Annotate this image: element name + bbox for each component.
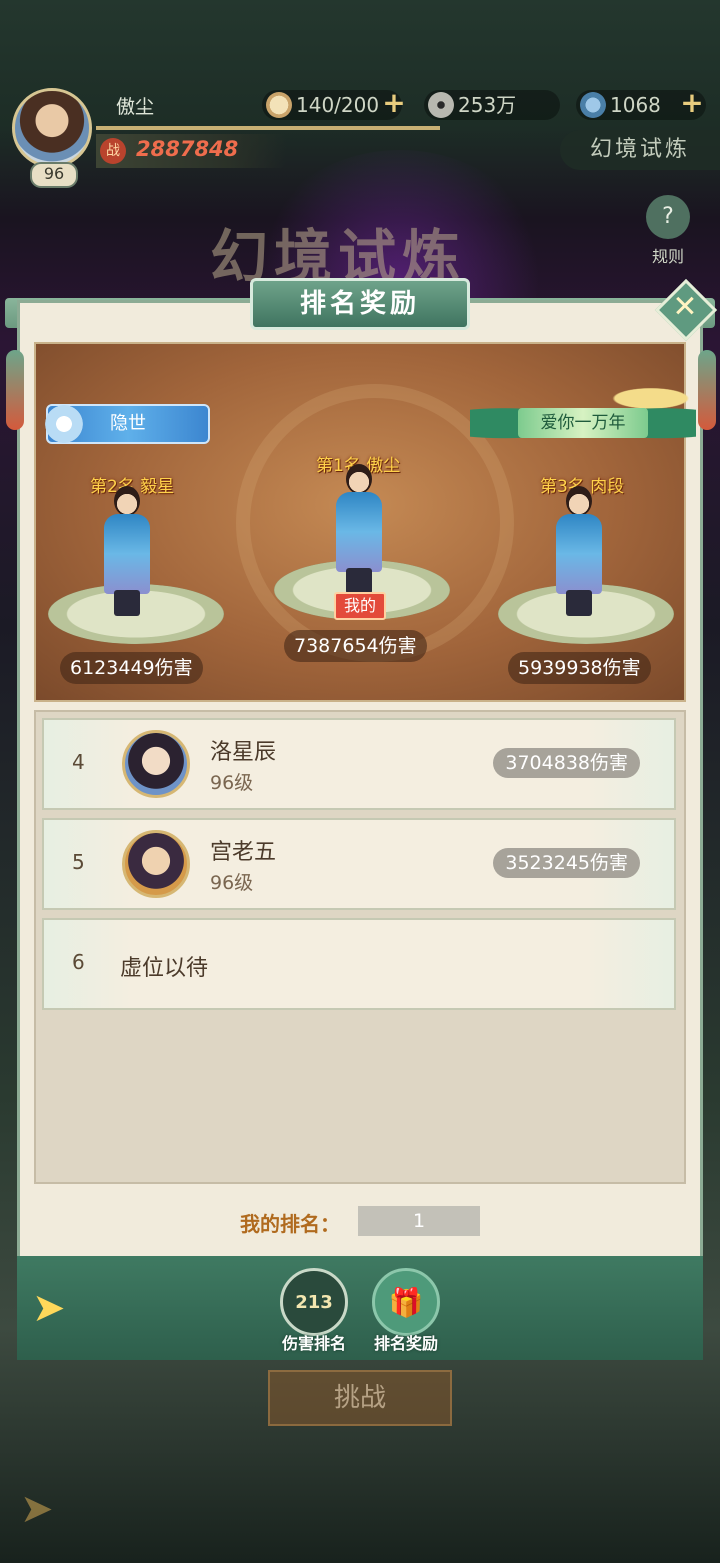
title-badge-right-text: 爱你一万年 — [518, 408, 648, 438]
my-rank-label: 我的排名： — [240, 1212, 340, 1236]
power-value: 2887848 — [136, 137, 239, 161]
damage-value: 3704838伤害 — [493, 748, 640, 778]
left-panel-ornament — [6, 350, 24, 430]
power-icon: 战 — [100, 138, 126, 164]
player-name: 宫老五 — [210, 840, 277, 865]
rank-2-character[interactable] — [96, 486, 156, 616]
rank-3-damage: 5939938伤害 — [508, 652, 651, 684]
background-back-button: ➤ — [20, 1486, 54, 1532]
challenge-button[interactable]: 挑战 — [268, 1370, 452, 1426]
rules-icon: ? — [646, 195, 690, 239]
gem-value: 1068 — [610, 93, 661, 117]
avatar — [122, 730, 190, 798]
coin-resource: 253万 — [424, 90, 560, 120]
tab-ranking-reward-label: 排名奖励 — [373, 1334, 438, 1353]
player-avatar[interactable] — [12, 88, 92, 168]
player-level: 96级 — [210, 872, 254, 894]
right-panel-ornament — [698, 350, 716, 430]
player-level-badge: 96 — [30, 162, 78, 188]
player-name: 傲尘 — [116, 96, 155, 118]
add-gem-button[interactable]: + — [680, 89, 704, 117]
flower-icon — [42, 402, 86, 446]
rank-2-damage: 6123449伤害 — [60, 652, 203, 684]
rules-label: 规则 — [651, 247, 684, 266]
title-badge-right: 爱你一万年 — [470, 386, 696, 448]
title-badge-left: 隐世 — [42, 402, 210, 446]
coin-value: 253万 — [458, 93, 517, 117]
bun-icon — [266, 92, 292, 118]
title-badge-left-text: 隐世 — [110, 413, 146, 434]
rules-button[interactable]: ? 规则 — [640, 195, 696, 266]
podium-icon: 213 — [280, 1268, 348, 1336]
panel-title: 排名奖励 — [250, 278, 470, 330]
list-item[interactable]: 5 宫老五 96级 3523245伤害 — [42, 818, 676, 910]
rank-1-damage: 7387654伤害 — [284, 630, 427, 662]
stamina-value: 140/200 — [296, 93, 380, 117]
coin-icon — [428, 92, 454, 118]
close-icon: ✕ — [672, 289, 698, 325]
rank-1-character[interactable] — [328, 464, 388, 594]
add-stamina-button[interactable]: + — [382, 89, 406, 117]
tab-ranking-reward[interactable]: 🎁 排名奖励 — [366, 1268, 446, 1358]
vacant-slot-text: 虚位以待 — [120, 956, 209, 981]
damage-value: 3523245伤害 — [493, 848, 640, 878]
player-name: 洛星辰 — [210, 740, 277, 765]
list-item: 6 虚位以待 — [42, 918, 676, 1010]
my-rank-value: 1 — [358, 1206, 480, 1236]
gem-icon — [580, 92, 606, 118]
stamina-resource: 140/200 — [262, 90, 402, 120]
avatar — [122, 830, 190, 898]
bottom-bar — [17, 1256, 703, 1360]
experience-bar — [96, 126, 440, 130]
mine-badge: 我的 — [334, 592, 386, 620]
tab-damage-ranking-label: 伤害排名 — [281, 1334, 346, 1353]
rank-number: 6 — [72, 950, 85, 974]
tab-damage-ranking[interactable]: 213 伤害排名 — [274, 1268, 354, 1358]
stage-tag: 幻境试炼 — [560, 130, 720, 170]
rank-number: 5 — [72, 850, 85, 874]
gift-icon: 🎁 — [372, 1268, 440, 1336]
player-level: 96级 — [210, 772, 254, 794]
rank-number: 4 — [72, 750, 85, 774]
rank-3-character[interactable] — [548, 486, 608, 616]
list-item[interactable]: 4 洛星辰 96级 3704838伤害 — [42, 718, 676, 810]
back-button[interactable]: ➤ — [32, 1286, 98, 1330]
